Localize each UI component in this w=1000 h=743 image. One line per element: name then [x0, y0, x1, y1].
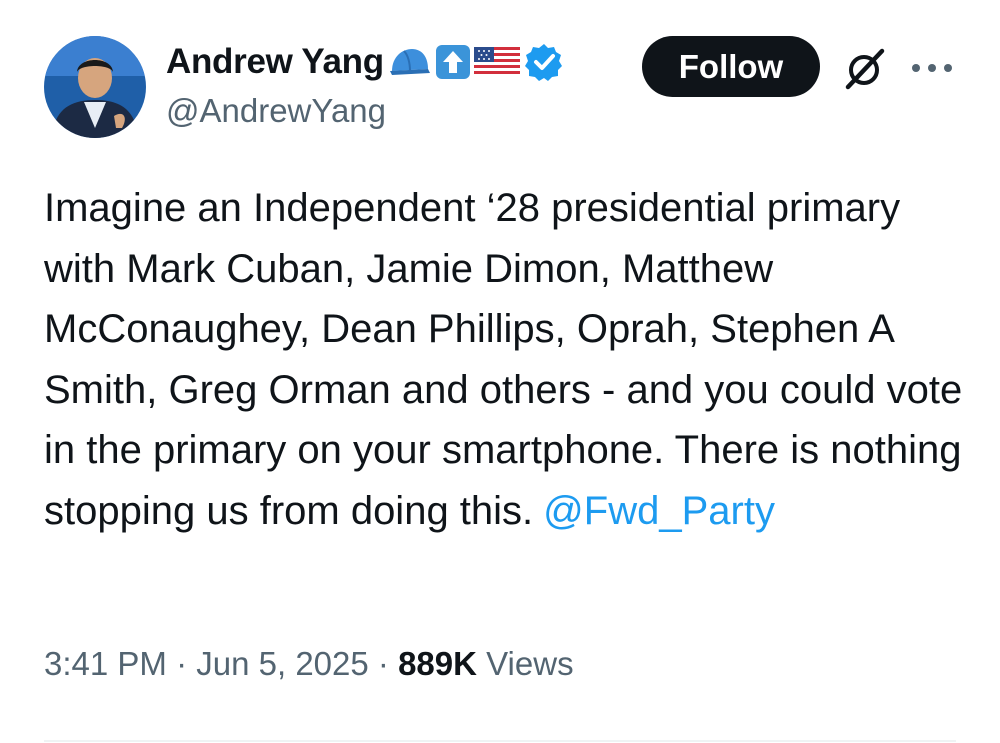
avatar[interactable] — [44, 36, 146, 138]
us-flag-icon — [473, 45, 520, 79]
mention-link[interactable]: @Fwd_Party — [543, 489, 775, 533]
tweet-meta: 3:41 PM · Jun 5, 2025 · 889K Views — [44, 645, 574, 683]
views-count: 889K — [398, 645, 477, 682]
tweet-body: Imagine an Independent ‘28 presidential … — [44, 186, 963, 533]
author-display-name[interactable]: Andrew Yang — [166, 42, 384, 82]
divider — [44, 740, 956, 742]
blue-cap-icon — [388, 45, 432, 79]
meta-separator-2: · — [377, 645, 389, 682]
tweet-date[interactable]: Jun 5, 2025 — [196, 645, 368, 682]
author-handle[interactable]: @AndrewYang — [166, 92, 386, 130]
grok-icon[interactable] — [842, 45, 888, 91]
more-options-icon[interactable] — [910, 58, 954, 78]
meta-separator: · — [176, 645, 188, 682]
tweet-card: Andrew Yang @AndrewYang Follow Imagine a… — [0, 0, 1000, 743]
up-arrow-icon — [435, 45, 470, 79]
follow-button[interactable]: Follow — [642, 36, 820, 97]
author-name-row: Andrew Yang — [166, 40, 564, 84]
tweet-time[interactable]: 3:41 PM — [44, 645, 167, 682]
verified-badge-icon[interactable] — [524, 42, 564, 82]
views-label: Views — [486, 645, 574, 682]
tweet-text: Imagine an Independent ‘28 presidential … — [44, 178, 964, 541]
